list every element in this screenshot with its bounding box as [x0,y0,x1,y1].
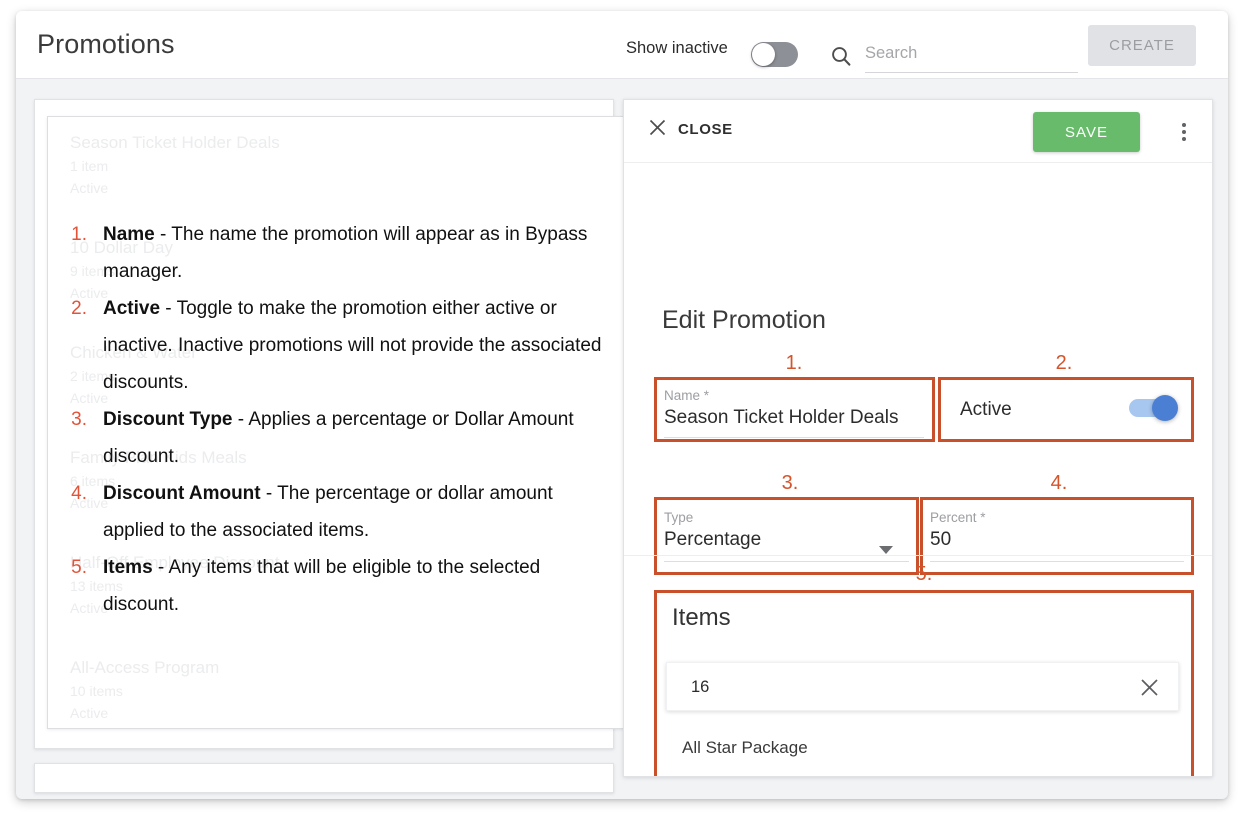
toggle-knob [752,43,775,66]
show-inactive-toggle[interactable] [751,42,798,67]
instruction-text: Name - The name the promotion will appea… [103,216,617,290]
instruction-term: Discount Type [103,409,233,430]
edit-promotion-panel: CLOSE SAVE Edit Promotion 1. 2. Name * S… [623,99,1213,777]
instruction-text: Active - Toggle to make the promotion ei… [103,290,617,401]
search-icon [829,44,853,68]
instruction-term: Name [103,224,155,245]
instruction-term: Discount Amount [103,483,261,504]
panel-divider [624,555,1212,556]
instruction-text: Discount Type - Applies a percentage or … [103,401,617,475]
list-footer-strip [34,763,614,793]
instruction-number: 2. [71,298,87,319]
items-section: Items 16 All Star Package [654,590,1194,776]
instruction-term: Active [103,298,161,319]
toggle-knob [1152,395,1178,421]
promotion-status: Active [70,705,109,721]
field-underline [930,561,1184,562]
name-field-label: Name * [664,388,710,403]
item-result[interactable]: All Star Package [682,738,808,758]
type-field-value: Percentage [664,529,762,550]
kebab-dot [1182,130,1186,134]
instruction-number: 4. [71,483,87,504]
instruction-number: 3. [71,409,87,430]
promotion-status: Active [70,180,109,196]
instruction-body: - The name the promotion will appear as … [103,224,588,282]
panel-header: CLOSE SAVE [624,100,1212,163]
percent-field-value: 50 [930,529,952,550]
annotation-number-1: 1. [785,352,803,374]
instruction-item: 2. Active - Toggle to make the promotion… [57,290,617,401]
instruction-item: 1. Name - The name the promotion will ap… [57,216,617,290]
instruction-term: Items [103,557,153,578]
instruction-number: 5. [71,557,87,578]
chevron-down-icon [879,546,893,554]
instruction-text: Items - Any items that will be eligible … [103,549,617,623]
kebab-dot [1182,137,1186,141]
save-button[interactable]: SAVE [1033,112,1140,152]
annotation-number-5: 5. [915,563,933,585]
items-title: Items [672,604,731,631]
annotation-number-3: 3. [781,472,799,494]
active-field[interactable]: Active [938,377,1194,442]
promotion-name: All-Access Program [70,658,220,677]
field-underline [664,437,924,438]
instruction-text: Discount Amount - The percentage or doll… [103,475,617,549]
close-button[interactable]: CLOSE [648,118,733,140]
panel-title: Edit Promotion [662,306,826,334]
instruction-item: 4. Discount Amount - The percentage or d… [57,475,617,549]
clear-icon[interactable] [1139,677,1160,698]
app-window: Promotions Show inactive CREATE Season T… [16,11,1228,799]
promotion-count: 10 items [70,683,123,699]
instructions-overlay: 1. Name - The name the promotion will ap… [57,216,617,623]
active-field-label: Active [960,399,1012,420]
search-input[interactable] [865,38,1078,73]
more-options-icon[interactable] [1172,120,1196,144]
annotation-number-4: 4. [1050,472,1068,494]
item-search-value: 16 [691,678,710,696]
kebab-dot [1182,123,1186,127]
instruction-body: - Any items that will be eligible to the… [103,557,541,615]
instruction-body: - Toggle to make the promotion either ac… [103,298,602,393]
show-inactive-label: Show inactive [626,39,728,57]
create-button[interactable]: CREATE [1088,25,1196,66]
close-label: CLOSE [678,120,733,138]
name-field-value: Season Ticket Holder Deals [664,407,899,428]
type-field-label: Type [664,510,694,525]
instruction-number: 1. [71,224,87,245]
active-toggle[interactable] [1129,395,1178,421]
top-bar: Promotions Show inactive CREATE [16,11,1228,79]
instruction-item: 3. Discount Type - Applies a percentage … [57,401,617,475]
app-screenshot: Promotions Show inactive CREATE Season T… [0,0,1250,826]
field-underline [664,561,909,562]
page-title: Promotions [37,29,175,59]
item-search-box[interactable]: 16 [666,662,1179,711]
promotion-name: Season Ticket Holder Deals [70,133,280,152]
close-icon [648,118,667,140]
annotation-number-2: 2. [1055,352,1073,374]
promotion-count: 1 item [70,158,109,174]
list-item[interactable]: Season Ticket Holder Deals 1 item Active [70,131,280,199]
name-field[interactable]: Name * Season Ticket Holder Deals [664,388,924,438]
list-item[interactable]: All-Access Program 10 items Active [70,656,219,724]
instruction-item: 5. Items - Any items that will be eligib… [57,549,617,623]
percent-field-label: Percent * [930,510,986,525]
